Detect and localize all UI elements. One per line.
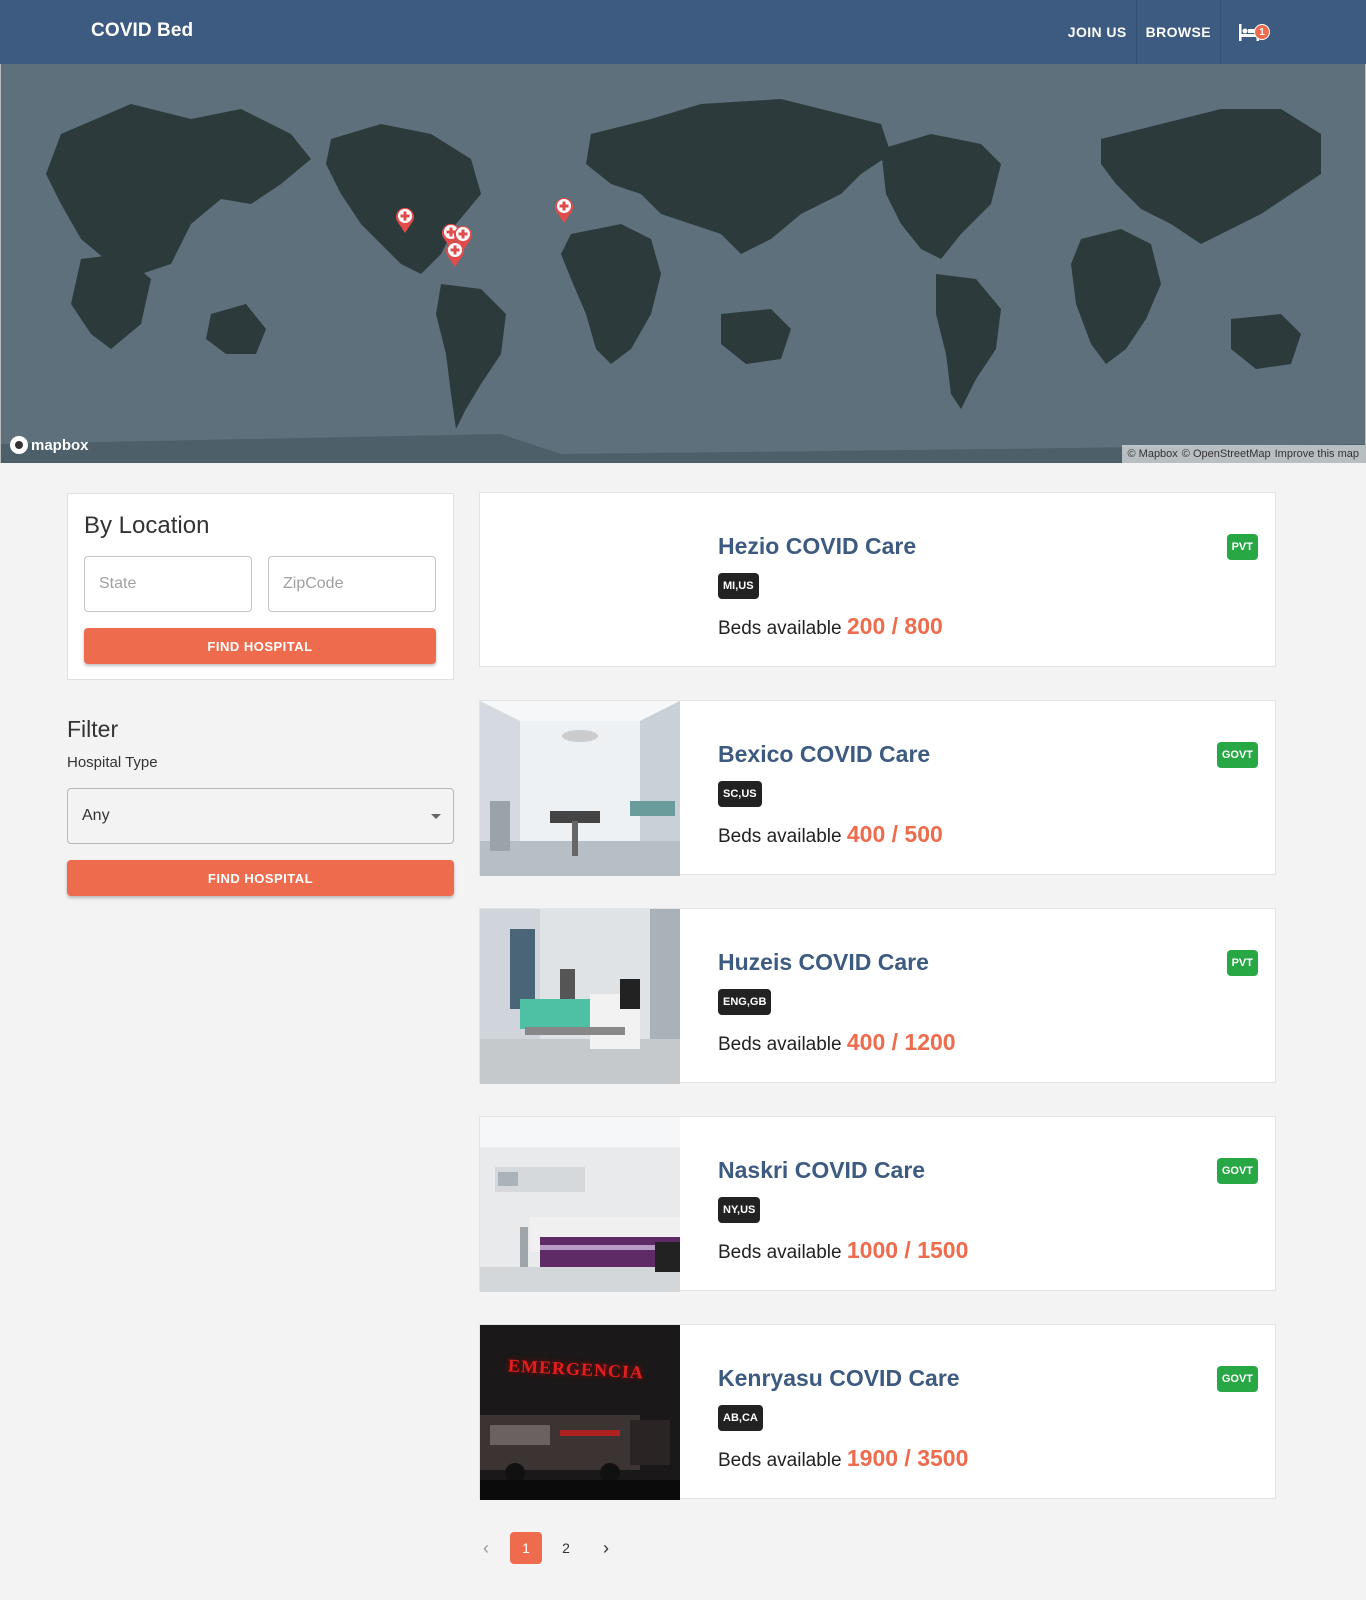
beds-available: Beds available 1000 / 1500 (718, 1237, 968, 1264)
beds-label: Beds available (718, 1450, 842, 1471)
state-input[interactable]: State (84, 556, 252, 612)
hospital-image (480, 701, 680, 876)
hospital-image (480, 909, 680, 1084)
location-badge: SC,US (718, 781, 762, 807)
beds-label: Beds available (718, 1034, 842, 1055)
map-view[interactable]: mapbox © Mapbox © OpenStreetMap Improve … (0, 64, 1366, 463)
hospital-image (480, 493, 680, 668)
hospital-marker[interactable] (444, 240, 466, 268)
location-badge: ENG,GB (718, 989, 772, 1015)
hospital-type-label: Hospital Type (67, 754, 158, 771)
hospital-card[interactable]: Huzeis COVID Care ENG,GB Beds available … (479, 908, 1276, 1084)
zipcode-input[interactable]: ZipCode (268, 556, 436, 612)
world-map (1, 64, 1365, 463)
hospital-name[interactable]: Huzeis COVID Care (718, 949, 929, 976)
hospital-name[interactable]: Hezio COVID Care (718, 533, 916, 560)
hospital-name[interactable]: Bexico COVID Care (718, 741, 930, 768)
page-button-1[interactable]: 1 (510, 1532, 542, 1564)
brand-title[interactable]: COVID Bed (91, 20, 193, 42)
hospital-type-badge: PVT (1226, 950, 1258, 976)
beds-available: Beds available 400 / 500 (718, 821, 943, 848)
hospital-card[interactable]: Naskri COVID Care NY,US Beds available 1… (479, 1116, 1276, 1292)
nav-bar: JOIN US BROWSE 1 (1059, 0, 1366, 64)
hospital-type-badge: GOVT (1216, 1158, 1258, 1184)
beds-available: Beds available 200 / 800 (718, 613, 943, 640)
hospital-image: EMERGENCIA (480, 1325, 680, 1500)
hospital-type-badge: GOVT (1216, 742, 1258, 768)
hospital-marker[interactable] (394, 206, 416, 234)
hospital-type-badge: PVT (1226, 534, 1258, 560)
hospital-name[interactable]: Kenryasu COVID Care (718, 1365, 960, 1392)
find-hospital-filter-button[interactable]: FIND HOSPITAL (67, 860, 454, 896)
beds-label: Beds available (718, 1242, 842, 1263)
hospital-type-value: Any (82, 807, 110, 824)
beds-available: Beds available 400 / 1200 (718, 1029, 956, 1056)
mapbox-logo[interactable]: mapbox (10, 436, 89, 454)
filter-title: Filter (67, 716, 119, 742)
location-badge: NY,US (718, 1197, 761, 1223)
hospital-card[interactable]: EMERGENCIA Kenryasu COVID Care AB,CA Bed… (479, 1324, 1276, 1500)
location-search-title: By Location (84, 512, 210, 539)
bed-count-badge: 1 (1254, 24, 1270, 40)
improve-map-link[interactable]: Improve this map (1275, 448, 1359, 460)
hospital-name[interactable]: Naskri COVID Care (718, 1157, 925, 1184)
hospital-card[interactable]: Bexico COVID Care SC,US Beds available 4… (479, 700, 1276, 876)
app-bar: COVID Bed JOIN US BROWSE 1 (0, 0, 1366, 64)
beds-count: 200 / 800 (846, 613, 943, 639)
bed-cart-button[interactable]: 1 (1220, 0, 1280, 64)
map-attribution: © Mapbox © OpenStreetMap Improve this ma… (1121, 445, 1365, 463)
attribution-osm-link[interactable]: © OpenStreetMap (1182, 448, 1271, 460)
mapbox-logo-text: mapbox (31, 436, 89, 454)
hospital-image (480, 1117, 680, 1292)
beds-count: 1000 / 1500 (846, 1237, 969, 1263)
location-badge: MI,US (718, 573, 759, 599)
beds-label: Beds available (718, 618, 842, 639)
hospital-card[interactable]: Hezio COVID Care MI,US Beds available 20… (479, 492, 1276, 667)
page-button-2[interactable]: 2 (550, 1532, 582, 1564)
beds-count: 400 / 500 (846, 821, 943, 847)
next-page-icon[interactable]: › (590, 1532, 622, 1564)
hospital-marker[interactable] (553, 196, 575, 224)
beds-count: 400 / 1200 (846, 1029, 956, 1055)
beds-available: Beds available 1900 / 3500 (718, 1445, 968, 1472)
dropdown-caret-icon (431, 814, 441, 819)
location-search-card: By Location State ZipCode FIND HOSPITAL (67, 493, 454, 680)
join-us-button[interactable]: JOIN US (1059, 0, 1136, 64)
hospital-type-badge: GOVT (1216, 1366, 1258, 1392)
attribution-mapbox-link[interactable]: © Mapbox (1128, 448, 1178, 460)
pagination: ‹ 1 2 › (470, 1532, 622, 1564)
find-hospital-location-button[interactable]: FIND HOSPITAL (84, 628, 436, 664)
mapbox-icon (10, 436, 28, 454)
hospital-type-select[interactable]: Any (67, 788, 454, 844)
browse-button[interactable]: BROWSE (1135, 0, 1220, 64)
beds-label: Beds available (718, 826, 842, 847)
beds-count: 1900 / 3500 (846, 1445, 969, 1471)
previous-page-icon[interactable]: ‹ (470, 1532, 502, 1564)
location-badge: AB,CA (718, 1405, 763, 1431)
